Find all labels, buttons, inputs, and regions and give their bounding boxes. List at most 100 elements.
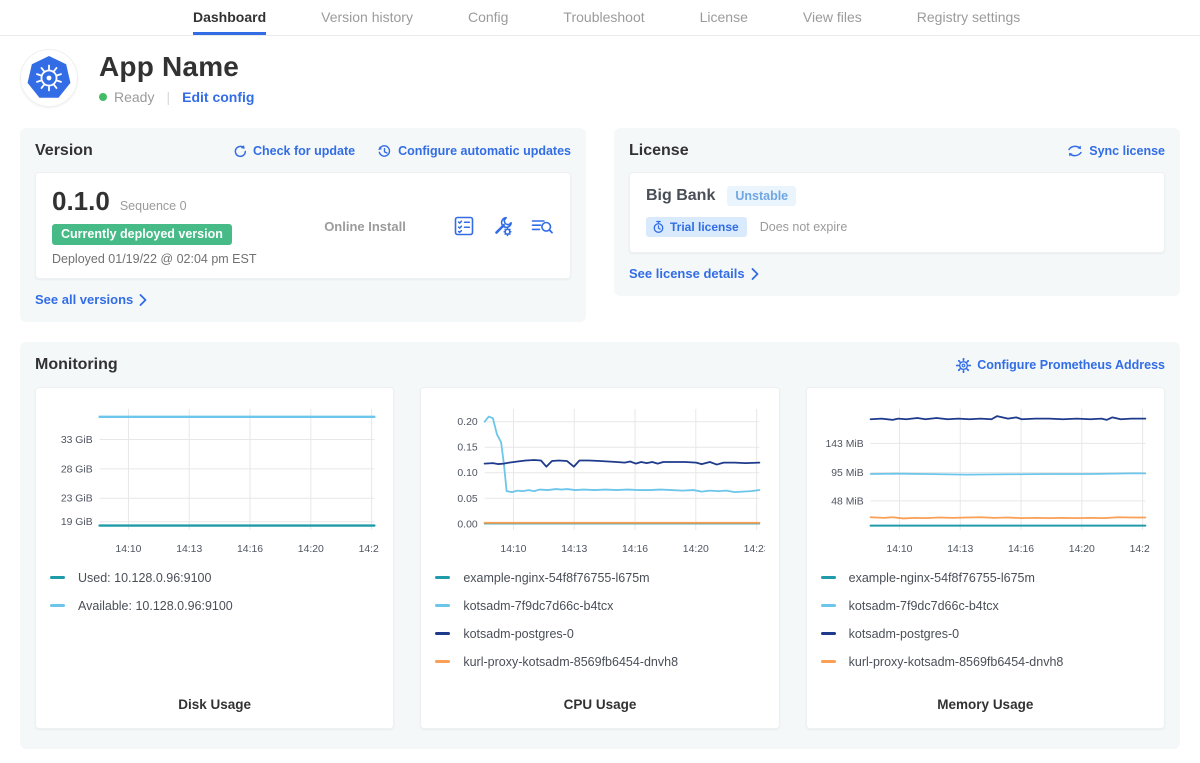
svg-text:14:13: 14:13 [562, 544, 588, 555]
legend-color-dash [821, 576, 836, 579]
gear-icon [956, 358, 971, 373]
tab-config[interactable]: Config [468, 0, 508, 35]
legend-color-dash [821, 604, 836, 607]
page-title: App Name [99, 51, 254, 83]
configure-prometheus-link[interactable]: Configure Prometheus Address [956, 358, 1165, 373]
divider: | [166, 89, 170, 105]
disk-usage-chart-card: 14:10 14:13 14:16 14:20 14:23 33 GiB 28 GiB 23 … [35, 387, 394, 729]
svg-text:14:20: 14:20 [298, 544, 324, 555]
svg-text:0.15: 0.15 [458, 443, 478, 454]
memory-usage-legend: example-nginx-54f8f76755-l675m kotsadm-7f… [821, 571, 1150, 683]
legend-label: kotsadm-postgres-0 [849, 627, 959, 641]
kubernetes-logo-icon [20, 49, 78, 107]
see-license-details-link[interactable]: See license details [629, 266, 759, 281]
svg-text:28 GiB: 28 GiB [61, 464, 93, 475]
legend-color-dash [435, 604, 450, 607]
legend-label: example-nginx-54f8f76755-l675m [463, 571, 649, 585]
license-card: License Sync license Big Bank Unstable [614, 128, 1180, 296]
disk-usage-legend: Used: 10.128.0.96:9100 Available: 10.128.… [50, 571, 379, 627]
legend-item: kotsadm-7f9dc7d66c-b4tcx [821, 599, 1150, 613]
ready-status-dot [99, 93, 107, 101]
chevron-right-icon [139, 294, 147, 306]
license-type-badge: Trial license [646, 217, 747, 237]
channel-badge: Unstable [727, 186, 796, 206]
legend-item: kurl-proxy-kotsadm-8569fb6454-dnvh8 [435, 655, 764, 669]
license-expiry-text: Does not expire [760, 220, 848, 234]
memory-usage-chart-card: 14:1014:1314:1614:2014:23143 MiB95 MiB48… [806, 387, 1165, 729]
legend-color-dash [50, 604, 65, 607]
legend-label: kurl-proxy-kotsadm-8569fb6454-dnvh8 [463, 655, 678, 669]
legend-color-dash [821, 660, 836, 663]
chevron-right-icon [751, 268, 759, 280]
legend-item: Used: 10.128.0.96:9100 [50, 571, 379, 585]
sync-icon [1067, 144, 1083, 158]
version-number: 0.1.0 [52, 186, 110, 217]
svg-text:14:10: 14:10 [501, 544, 527, 555]
svg-text:19 GiB: 19 GiB [61, 517, 93, 528]
svg-text:14:16: 14:16 [1008, 544, 1034, 555]
cpu-usage-chart-card: 14:1014:1314:1614:2014:230.200.150.100.0… [420, 387, 779, 729]
chart-title: CPU Usage [435, 697, 764, 712]
legend-item: example-nginx-54f8f76755-l675m [821, 571, 1150, 585]
legend-color-dash [821, 632, 836, 635]
svg-text:0.10: 0.10 [458, 468, 478, 479]
svg-text:0.20: 0.20 [458, 417, 478, 428]
see-all-versions-link[interactable]: See all versions [35, 292, 147, 307]
sequence-label: Sequence 0 [120, 199, 187, 213]
wrench-gear-icon [491, 215, 514, 238]
stopwatch-icon [652, 220, 665, 234]
view-diff-button[interactable] [530, 215, 554, 237]
check-for-update-link[interactable]: Check for update [232, 144, 355, 159]
legend-item: kotsadm-7f9dc7d66c-b4tcx [435, 599, 764, 613]
tab-troubleshoot[interactable]: Troubleshoot [563, 0, 644, 35]
version-card: Version Check for update Configure au [20, 128, 586, 322]
legend-item: kotsadm-postgres-0 [821, 627, 1150, 641]
license-card-title: License [629, 142, 689, 160]
refresh-icon [232, 144, 247, 159]
legend-label: kotsadm-postgres-0 [463, 627, 573, 641]
sync-license-link[interactable]: Sync license [1067, 144, 1165, 158]
svg-text:14:23: 14:23 [744, 544, 765, 555]
svg-text:14:16: 14:16 [237, 544, 263, 555]
lines-magnifier-icon [530, 215, 554, 237]
legend-color-dash [435, 632, 450, 635]
top-nav: Dashboard Version history Config Trouble… [0, 0, 1200, 36]
monitoring-section: Monitoring Configure Prometheus Address [20, 342, 1180, 749]
version-card-title: Version [35, 142, 93, 160]
svg-text:0.00: 0.00 [458, 519, 478, 530]
legend-label: example-nginx-54f8f76755-l675m [849, 571, 1035, 585]
legend-label: Used: 10.128.0.96:9100 [78, 571, 211, 585]
svg-text:14:10: 14:10 [115, 544, 141, 555]
svg-text:23 GiB: 23 GiB [61, 494, 93, 505]
svg-text:95 MiB: 95 MiB [831, 468, 863, 479]
svg-text:0.05: 0.05 [458, 494, 478, 505]
legend-color-dash [50, 576, 65, 579]
svg-text:48 MiB: 48 MiB [831, 496, 863, 507]
svg-text:14:20: 14:20 [1068, 544, 1094, 555]
edit-config-button[interactable] [491, 215, 514, 238]
svg-text:14:23: 14:23 [359, 544, 380, 555]
legend-item: example-nginx-54f8f76755-l675m [435, 571, 764, 585]
tab-license[interactable]: License [700, 0, 748, 35]
cpu-usage-legend: example-nginx-54f8f76755-l675m kotsadm-7f… [435, 571, 764, 683]
legend-color-dash [435, 576, 450, 579]
app-status-text: Ready [114, 89, 154, 105]
svg-text:14:13: 14:13 [176, 544, 202, 555]
cpu-usage-chart: 14:1014:1314:1614:2014:230.200.150.100.0… [435, 400, 764, 559]
svg-text:33 GiB: 33 GiB [61, 435, 93, 446]
legend-item: Available: 10.128.0.96:9100 [50, 599, 379, 613]
tab-registry-settings[interactable]: Registry settings [917, 0, 1020, 35]
tab-dashboard[interactable]: Dashboard [193, 0, 266, 35]
preflight-checks-button[interactable] [453, 215, 475, 237]
svg-text:14:16: 14:16 [622, 544, 648, 555]
tab-version-history[interactable]: Version history [321, 0, 413, 35]
svg-text:14:13: 14:13 [947, 544, 973, 555]
tab-view-files[interactable]: View files [803, 0, 862, 35]
disk-usage-chart: 14:10 14:13 14:16 14:20 14:23 33 GiB 28 GiB 23 … [50, 400, 379, 559]
configure-automatic-updates-link[interactable]: Configure automatic updates [377, 144, 571, 159]
edit-config-link[interactable]: Edit config [182, 89, 254, 105]
legend-label: kotsadm-7f9dc7d66c-b4tcx [849, 599, 999, 613]
svg-text:14:23: 14:23 [1129, 544, 1150, 555]
svg-text:143 MiB: 143 MiB [825, 439, 863, 450]
legend-label: kotsadm-7f9dc7d66c-b4tcx [463, 599, 613, 613]
